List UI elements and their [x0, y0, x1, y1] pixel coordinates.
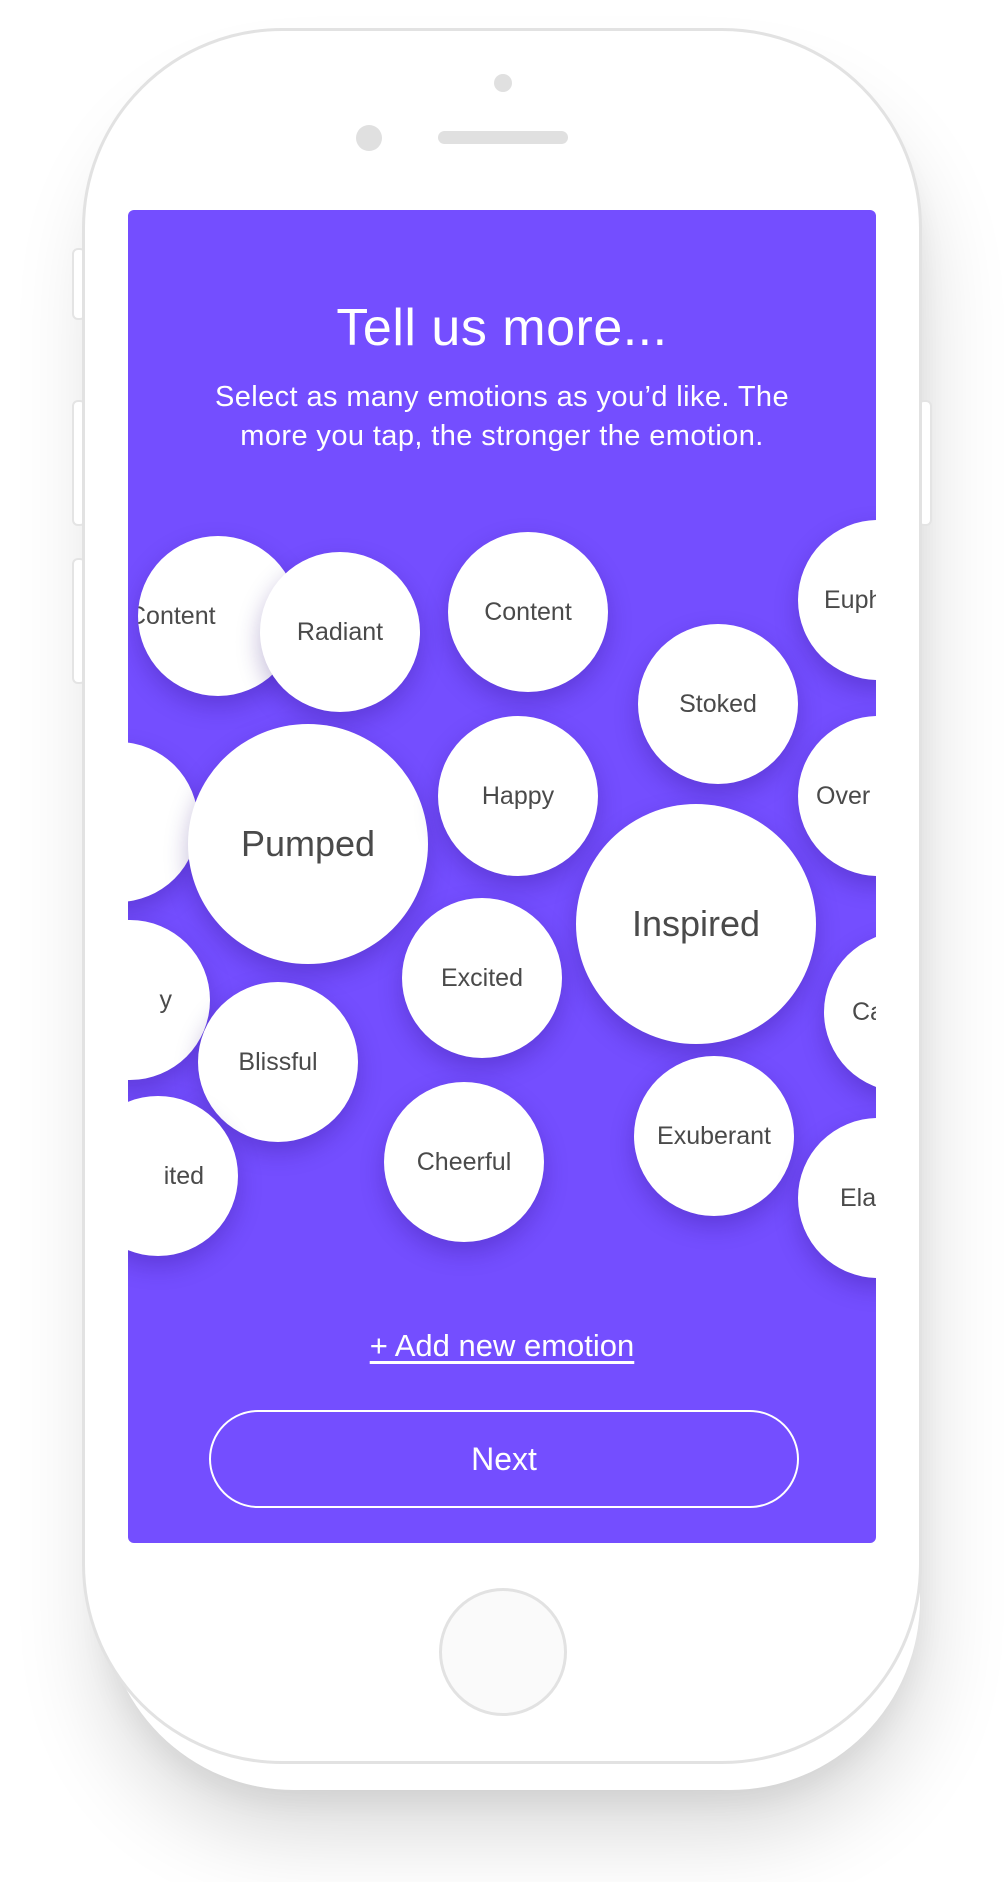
emotion-bubble-happy[interactable]: Happy — [438, 716, 598, 876]
emotion-bubble-blissful[interactable]: Blissful — [198, 982, 358, 1142]
subtitle-line-2: more you tap, the stronger the emotion. — [240, 420, 764, 452]
emotion-bubble-pumped[interactable]: Pumped — [188, 724, 428, 964]
page-title: Tell us more... — [336, 299, 668, 357]
app-screen: Tell us more... Select as many emotions … — [128, 210, 876, 1543]
next-button-label: Next — [471, 1440, 537, 1477]
emotion-bubble-cheerful[interactable]: Cheerful — [384, 1082, 544, 1242]
front-camera — [494, 74, 512, 92]
emotion-bubble-exuberant[interactable]: Exuberant — [634, 1056, 794, 1216]
emotion-bubble-radiant[interactable]: Radiant — [260, 552, 420, 712]
emotion-bubble-content[interactable]: Content — [448, 532, 608, 692]
home-button[interactable] — [439, 1588, 567, 1716]
emotion-bubble-inspired[interactable]: Inspired — [576, 804, 816, 1044]
emotion-bubble-partial-left[interactable] — [128, 742, 198, 902]
emotion-bubble-excited[interactable]: Excited — [402, 898, 562, 1058]
emotion-bubble-elated[interactable]: Ela — [798, 1118, 876, 1278]
emotion-bubble-calm[interactable]: Ca — [824, 932, 876, 1092]
emotion-bubble-euphoric[interactable]: Euph — [798, 520, 876, 680]
add-new-emotion-link[interactable]: + Add new emotion — [128, 1328, 876, 1364]
earpiece-speaker — [438, 131, 568, 144]
subtitle-line-1: Select as many emotions as you’d like. T… — [215, 381, 789, 413]
next-button[interactable]: Next — [209, 1410, 799, 1508]
emotion-bubble-partial-left-ited[interactable]: ited — [128, 1096, 238, 1256]
emotion-bubble-stoked[interactable]: Stoked — [638, 624, 798, 784]
proximity-sensor — [356, 125, 382, 151]
page-subtitle: Select as many emotions as you’d like. T… — [168, 378, 836, 456]
emotion-bubble-overjoyed[interactable]: Over — [798, 716, 876, 876]
